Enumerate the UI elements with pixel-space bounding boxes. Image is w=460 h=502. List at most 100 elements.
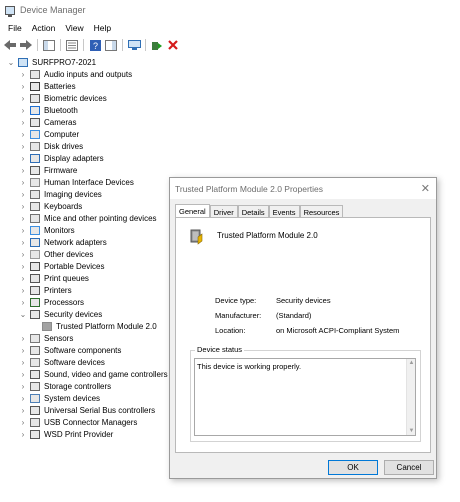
- tree-category-item[interactable]: › Cameras: [18, 116, 76, 128]
- device-category-icon: [30, 141, 40, 151]
- device-category-icon: [30, 201, 40, 211]
- show-hide-console-tree-icon[interactable]: [42, 38, 56, 52]
- tree-category-item[interactable]: › Other devices: [18, 248, 93, 260]
- tab-general[interactable]: General: [175, 204, 210, 218]
- device-category-icon: [30, 69, 40, 79]
- tree-category-item[interactable]: › Imaging devices: [18, 188, 102, 200]
- tree-category-item[interactable]: › Processors: [18, 296, 84, 308]
- chevron-right-icon[interactable]: ›: [18, 106, 28, 115]
- uninstall-device-icon[interactable]: [166, 38, 180, 52]
- properties-dialog: Trusted Platform Module 2.0 Properties ✕…: [169, 177, 437, 479]
- scroll-up-icon[interactable]: ▲: [407, 360, 416, 366]
- device-category-icon: [30, 129, 40, 139]
- chevron-right-icon[interactable]: ›: [18, 358, 28, 367]
- tree-category-item[interactable]: › Storage controllers: [18, 380, 111, 392]
- tree-category-item[interactable]: › Firmware: [18, 164, 77, 176]
- tree-item-label: USB Connector Managers: [44, 417, 138, 427]
- tree-category-item[interactable]: › WSD Print Provider: [18, 428, 113, 440]
- chevron-right-icon[interactable]: ›: [18, 190, 28, 199]
- chevron-right-icon[interactable]: ›: [18, 142, 28, 151]
- ok-button[interactable]: OK: [328, 460, 378, 475]
- chevron-right-icon[interactable]: ›: [18, 154, 28, 163]
- tree-category-item[interactable]: › Sensors: [18, 332, 73, 344]
- title-bar: Device Manager: [0, 0, 460, 20]
- update-driver-icon[interactable]: [150, 38, 164, 52]
- tree-root[interactable]: ⌄ SURFPRO7-2021: [6, 56, 96, 68]
- tree-category-item[interactable]: › Software components: [18, 344, 121, 356]
- menu-help[interactable]: Help: [89, 23, 116, 33]
- chevron-right-icon[interactable]: ›: [18, 346, 28, 355]
- scan-hardware-icon[interactable]: [127, 38, 141, 52]
- menu-action[interactable]: Action: [27, 23, 61, 33]
- tree-category-item[interactable]: › Network adapters: [18, 236, 107, 248]
- chevron-right-icon[interactable]: ›: [18, 406, 28, 415]
- tree-device-item[interactable]: Trusted Platform Module 2.0: [30, 320, 157, 332]
- toolbar-separator: [145, 39, 146, 51]
- cancel-button[interactable]: Cancel: [384, 460, 434, 475]
- chevron-right-icon[interactable]: ›: [18, 178, 28, 187]
- chevron-right-icon[interactable]: ›: [18, 394, 28, 403]
- tree-item-label: Security devices: [44, 309, 103, 319]
- chevron-right-icon[interactable]: ›: [18, 274, 28, 283]
- tree-category-item[interactable]: › Biometric devices: [18, 92, 107, 104]
- close-icon[interactable]: ✕: [421, 182, 430, 195]
- chevron-right-icon[interactable]: ›: [18, 238, 28, 247]
- chevron-right-icon[interactable]: ›: [18, 118, 28, 127]
- chevron-down-icon[interactable]: ⌄: [18, 310, 28, 319]
- device-status-textbox[interactable]: This device is working properly. ▲ ▼: [194, 358, 416, 436]
- device-category-icon: [30, 225, 40, 235]
- tree-category-item[interactable]: › Display adapters: [18, 152, 104, 164]
- chevron-right-icon[interactable]: ›: [18, 250, 28, 259]
- tree-category-item[interactable]: › Software devices: [18, 356, 105, 368]
- chevron-right-icon[interactable]: ›: [18, 334, 28, 343]
- chevron-right-icon[interactable]: ›: [18, 370, 28, 379]
- tree-category-item[interactable]: › Keyboards: [18, 200, 82, 212]
- chevron-right-icon[interactable]: ›: [18, 202, 28, 211]
- tree-category-item[interactable]: › Computer: [18, 128, 79, 140]
- chevron-right-icon[interactable]: ›: [18, 262, 28, 271]
- status-scrollbar[interactable]: ▲ ▼: [406, 359, 415, 435]
- chevron-right-icon[interactable]: ›: [18, 382, 28, 391]
- tree-category-item[interactable]: › Printers: [18, 284, 72, 296]
- chevron-right-icon[interactable]: ›: [18, 298, 28, 307]
- chevron-right-icon[interactable]: ›: [18, 226, 28, 235]
- tree-category-item[interactable]: › Audio inputs and outputs: [18, 68, 132, 80]
- device-category-icon: [30, 369, 40, 379]
- chevron-right-icon[interactable]: ›: [18, 94, 28, 103]
- manufacturer-label: Manufacturer:: [215, 311, 262, 320]
- tree-category-item[interactable]: › Human Interface Devices: [18, 176, 134, 188]
- scroll-down-icon[interactable]: ▼: [407, 428, 416, 434]
- chevron-right-icon[interactable]: ›: [18, 70, 28, 79]
- properties-icon[interactable]: [65, 38, 79, 52]
- device-category-icon: [30, 309, 40, 319]
- chevron-down-icon[interactable]: ⌄: [6, 58, 16, 67]
- tree-category-item[interactable]: › Universal Serial Bus controllers: [18, 404, 155, 416]
- tree-item-label: Imaging devices: [44, 189, 102, 199]
- tree-category-item[interactable]: › System devices: [18, 392, 100, 404]
- tree-category-item[interactable]: › Sound, video and game controllers: [18, 368, 168, 380]
- tree-category-item[interactable]: › Bluetooth: [18, 104, 78, 116]
- tree-category-item[interactable]: › Mice and other pointing devices: [18, 212, 157, 224]
- back-arrow-icon[interactable]: [3, 38, 17, 52]
- tree-category-item[interactable]: ⌄ Security devices: [18, 308, 102, 320]
- chevron-right-icon[interactable]: ›: [18, 214, 28, 223]
- chevron-right-icon[interactable]: ›: [18, 82, 28, 91]
- tree-category-item[interactable]: › USB Connector Managers: [18, 416, 137, 428]
- device-category-icon: [30, 105, 40, 115]
- tree-category-item[interactable]: › Print queues: [18, 272, 89, 284]
- menu-view[interactable]: View: [60, 23, 88, 33]
- tree-category-item[interactable]: › Monitors: [18, 224, 75, 236]
- tree-category-item[interactable]: › Disk drives: [18, 140, 83, 152]
- action-pane-icon[interactable]: [104, 38, 118, 52]
- tree-category-item[interactable]: › Batteries: [18, 80, 76, 92]
- chevron-right-icon[interactable]: ›: [18, 166, 28, 175]
- chevron-right-icon[interactable]: ›: [18, 418, 28, 427]
- tree-item-label: Sound, video and game controllers: [44, 369, 168, 379]
- forward-arrow-icon[interactable]: [19, 38, 33, 52]
- chevron-right-icon[interactable]: ›: [18, 130, 28, 139]
- help-icon[interactable]: ?: [88, 38, 102, 52]
- tree-category-item[interactable]: › Portable Devices: [18, 260, 104, 272]
- menu-file[interactable]: File: [3, 23, 27, 33]
- chevron-right-icon[interactable]: ›: [18, 286, 28, 295]
- chevron-right-icon[interactable]: ›: [18, 430, 28, 439]
